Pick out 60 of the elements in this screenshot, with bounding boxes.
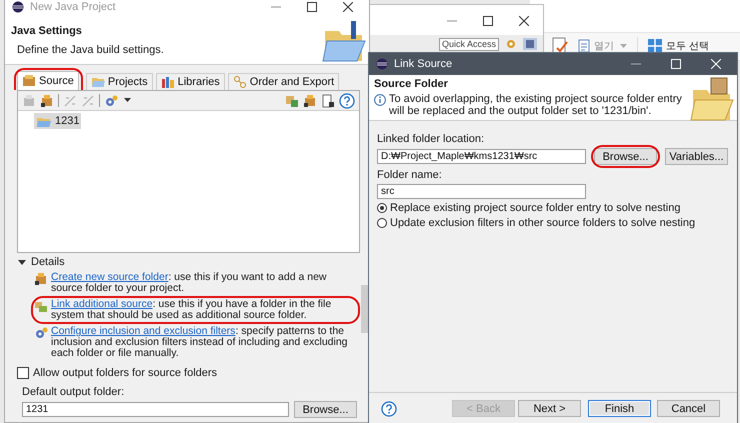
detail-text: Configure inclusion and exclusion filters: specify patterns to the inclusion and exclusion filters instead of including and excluding each folder or file manually. [51,326,349,359]
close-icon[interactable] [519,16,529,26]
books-icon [160,75,175,89]
folder-location-field[interactable]: D:₩Project_Maple₩kms1231₩src [377,149,586,164]
link[interactable]: Configure inclusion and exclusion filters [51,325,236,337]
toolbar-label[interactable]: 모두 선택 [666,39,710,53]
folder-icon [321,18,367,62]
page-heading: Source Folder [374,78,449,90]
details-toggle[interactable]: Details [17,256,360,268]
package-icon [34,272,48,286]
tab[interactable]: Source [17,71,79,90]
output-folder-field[interactable]: 1231 [22,402,289,417]
radio-label: Update exclusion filters in other source folders to solve nesting [390,217,696,229]
page-heading: Java Settings [11,25,83,37]
eclipse-icon [376,58,388,70]
checkbox-label: Allow output folders for source folders [33,367,218,379]
radio-button[interactable] [377,218,387,228]
list-icon[interactable] [578,39,590,53]
link[interactable]: Create new source folder [51,271,168,283]
field-label: Linked folder location: [377,133,486,145]
button[interactable]: Browse... [594,148,657,165]
field-label: Folder name: [377,169,443,181]
gear-icon [34,326,48,340]
expanded-arrow-icon [18,258,26,266]
tree-item[interactable]: 1231 [34,113,82,129]
info-icon [374,94,386,106]
help-icon[interactable] [339,92,355,108]
button[interactable]: Browse... [294,401,357,418]
gear-icon[interactable] [104,94,118,108]
button[interactable]: Next > [518,400,581,417]
tab[interactable]: Libraries [156,73,225,90]
radio-button[interactable] [377,203,387,213]
radio-label: Replace existing project source folder entry to solve nesting [390,202,680,214]
button[interactable]: Finish [588,400,651,417]
quick-access-field[interactable]: Quick Access [439,38,500,51]
button[interactable]: Variables... [665,148,728,165]
window-title: New Java Project [30,1,117,13]
link[interactable]: Link additional source [51,298,153,310]
window-title: Link Source [394,58,454,70]
info-message: To avoid overlapping, the existing project source folder entry will be replaced and the output folder set to '1231/bin'. [389,93,683,117]
package-icon [34,299,48,313]
detail-text: Create new source folder: use this if you want to add a new source folder to your project. [51,272,328,294]
button[interactable]: Cancel [657,400,720,417]
maximize-icon[interactable] [483,16,493,26]
document-icon[interactable] [321,94,335,108]
caret-icon[interactable] [124,98,131,103]
folder-name-field[interactable]: src [377,184,586,199]
help-icon[interactable] [381,400,397,416]
package-icon[interactable] [303,94,317,108]
tab[interactable]: Order and Export [228,73,340,90]
links-icon [232,75,247,89]
package-icon[interactable] [40,94,54,108]
package-icon [22,74,36,88]
detail-text: Link additional source: use this if you have a folder in the file system that should be used as additional source folder. [51,299,332,321]
tab[interactable]: Projects [86,73,153,90]
field-label: Default output folder: [21,386,126,398]
grid-icon[interactable] [648,39,662,53]
page-description: Define the Java build settings. [16,44,164,56]
folder-icon [90,75,105,89]
checkbox[interactable] [17,367,29,379]
